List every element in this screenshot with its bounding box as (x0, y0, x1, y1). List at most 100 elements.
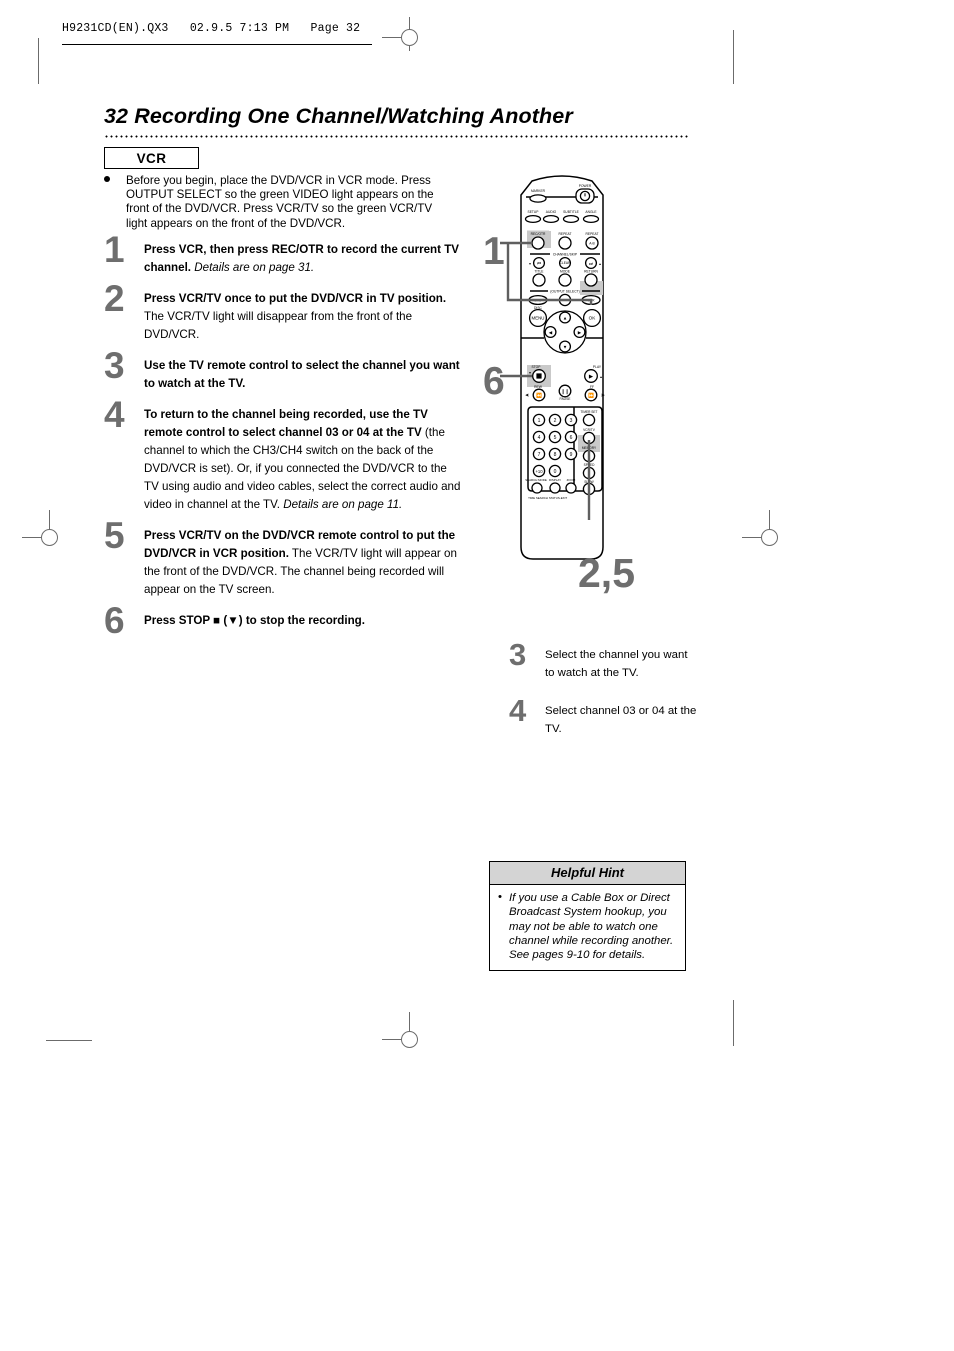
crop-mark-bottom-left (46, 1040, 92, 1041)
callout-number-1: 1 (483, 230, 505, 273)
page-title: 32 Recording One Channel/Watching Anothe… (104, 104, 573, 128)
svg-text:CLEAR: CLEAR (560, 261, 572, 265)
svg-text:MENU: MENU (532, 316, 545, 321)
procedure-step-list: 1 Press VCR, then press REC/OTR to recor… (104, 231, 464, 639)
svg-text:REPEAT: REPEAT (586, 232, 599, 236)
step-body: Press VCR, then press REC/OTR to record … (144, 243, 459, 274)
crop-mark-top-right (733, 30, 734, 84)
remote-side-annotations: 3 Select the channel you want to watch a… (509, 639, 699, 757)
step-plain: The VCR/TV light will disappear from the… (144, 310, 413, 341)
header-rule (62, 44, 372, 45)
svg-text:POWER: POWER (579, 184, 592, 188)
helpful-hint-box: Helpful Hint If you use a Cable Box or D… (489, 861, 686, 972)
step-bold: Press STOP ■ (▼) to stop the recording. (144, 614, 365, 627)
registration-mark-left (22, 510, 76, 564)
svg-text:▲: ▲ (599, 375, 602, 379)
svg-text:+10: +10 (535, 469, 543, 474)
svg-text:▶: ▶ (578, 330, 582, 335)
callout-number-2-5: 2,5 (578, 550, 635, 596)
crop-mark-bottom-right (733, 1000, 734, 1046)
svg-text:A-B: A-B (589, 242, 595, 246)
step-body: Use the TV remote control to select the … (144, 359, 460, 390)
registration-ring (401, 1031, 418, 1048)
list-item: 3 Select the channel you want to watch a… (509, 639, 699, 681)
list-item: 4 To return to the channel being recorde… (104, 396, 464, 513)
step-italic: Details are on page 11. (280, 498, 403, 511)
helpful-hint-heading: Helpful Hint (490, 862, 685, 885)
callout-number-6: 6 (483, 360, 505, 403)
side-step-number: 3 (509, 637, 527, 672)
step-body: Press VCR/TV on the DVD/VCR remote contr… (144, 529, 457, 596)
list-item: 3 Use the TV remote control to select th… (104, 347, 464, 392)
svg-text:⏪: ⏪ (536, 392, 542, 399)
intro-text: Before you begin, place the DVD/VCR in V… (126, 174, 434, 230)
svg-text:1: 1 (538, 418, 541, 424)
step-italic: Details are on page 31. (191, 261, 315, 274)
step-body: To return to the channel being recorded,… (144, 408, 460, 511)
registration-mark-bottom (382, 1012, 436, 1066)
svg-text:⏮: ⏮ (537, 261, 541, 266)
registration-ring (41, 529, 58, 546)
list-item: 1 Press VCR, then press REC/OTR to recor… (104, 231, 464, 276)
svg-text:SUBTITLE: SUBTITLE (563, 210, 580, 214)
svg-text:RETURN: RETURN (584, 270, 598, 274)
svg-text:FF: FF (590, 385, 594, 389)
svg-text:TIMER SET: TIMER SET (580, 410, 597, 414)
title-dotted-rule (104, 135, 690, 138)
svg-text:5: 5 (554, 435, 557, 441)
registration-mark-right (742, 510, 796, 564)
step-number: 4 (104, 394, 125, 435)
side-step-text: Select the channel you want to watch at … (545, 649, 688, 679)
svg-text:MODE: MODE (560, 270, 571, 274)
list-item: 4 Select channel 03 or 04 at the TV. (509, 695, 699, 737)
list-item: 5 Press VCR/TV on the DVD/VCR remote con… (104, 517, 464, 598)
svg-text:REPEAT: REPEAT (559, 232, 572, 236)
svg-text:VCR/TV: VCR/TV (583, 428, 596, 432)
svg-text:|▶: |▶ (601, 393, 605, 397)
svg-text:▲: ▲ (598, 262, 601, 266)
svg-text:▲: ▲ (563, 315, 568, 320)
svg-text:8: 8 (554, 452, 557, 458)
svg-text:4: 4 (538, 435, 541, 441)
svg-text:❙❙: ❙❙ (561, 389, 569, 395)
svg-text:SETUP: SETUP (528, 210, 540, 214)
svg-text:PLAY: PLAY (593, 365, 602, 369)
svg-text:⏭: ⏭ (589, 261, 593, 266)
print-file-header: H9231CD(EN).QX3 02.9.5 7:13 PM Page 32 (62, 22, 361, 35)
intro-note: Before you begin, place the DVD/VCR in V… (104, 174, 456, 231)
svg-text:▼: ▼ (528, 371, 531, 375)
svg-text:(OUTPUT SELECT): (OUTPUT SELECT) (550, 290, 579, 294)
step-body: Press STOP ■ (▼) to stop the recording. (144, 614, 365, 627)
svg-text:6: 6 (570, 435, 573, 441)
list-item: 6 Press STOP ■ (▼) to stop the recording… (104, 602, 464, 639)
svg-text:STOP: STOP (532, 365, 542, 369)
step-bold: Use the TV remote control to select the … (144, 359, 460, 390)
svg-text:◀: ◀ (549, 330, 553, 335)
mode-badge-vcr: VCR (104, 147, 199, 169)
svg-text:▶: ▶ (589, 374, 593, 380)
step-number: 5 (104, 515, 125, 556)
step-number: 6 (104, 600, 125, 641)
svg-text:CHANNEL/SKIP: CHANNEL/SKIP (553, 253, 578, 257)
svg-text:REC/OTR: REC/OTR (531, 232, 546, 236)
svg-text:⏩: ⏩ (588, 392, 594, 399)
step-number: 3 (104, 345, 125, 386)
svg-text:2: 2 (554, 418, 557, 424)
svg-text:PAUSE: PAUSE (560, 397, 572, 401)
side-step-text: Select channel 03 or 04 at the TV. (545, 705, 697, 735)
list-item: 2 Press VCR/TV once to put the DVD/VCR i… (104, 280, 464, 343)
step-number: 1 (104, 229, 125, 270)
svg-text:OK: OK (589, 316, 597, 321)
step-body: Press VCR/TV once to put the DVD/VCR in … (144, 292, 446, 341)
svg-text:0: 0 (554, 469, 557, 475)
svg-text:9: 9 (570, 452, 573, 458)
step-bold: Press VCR/TV once to put the DVD/VCR in … (144, 292, 447, 305)
registration-mark-top (382, 17, 436, 57)
svg-text:◀|: ◀| (525, 393, 529, 397)
svg-text:3: 3 (570, 418, 573, 424)
svg-text:▼: ▼ (528, 262, 531, 266)
svg-text:MARKER: MARKER (531, 189, 546, 193)
step-bold: To return to the channel being recorded,… (144, 408, 428, 439)
bullet-icon (104, 176, 110, 182)
step-number: 2 (104, 278, 125, 319)
